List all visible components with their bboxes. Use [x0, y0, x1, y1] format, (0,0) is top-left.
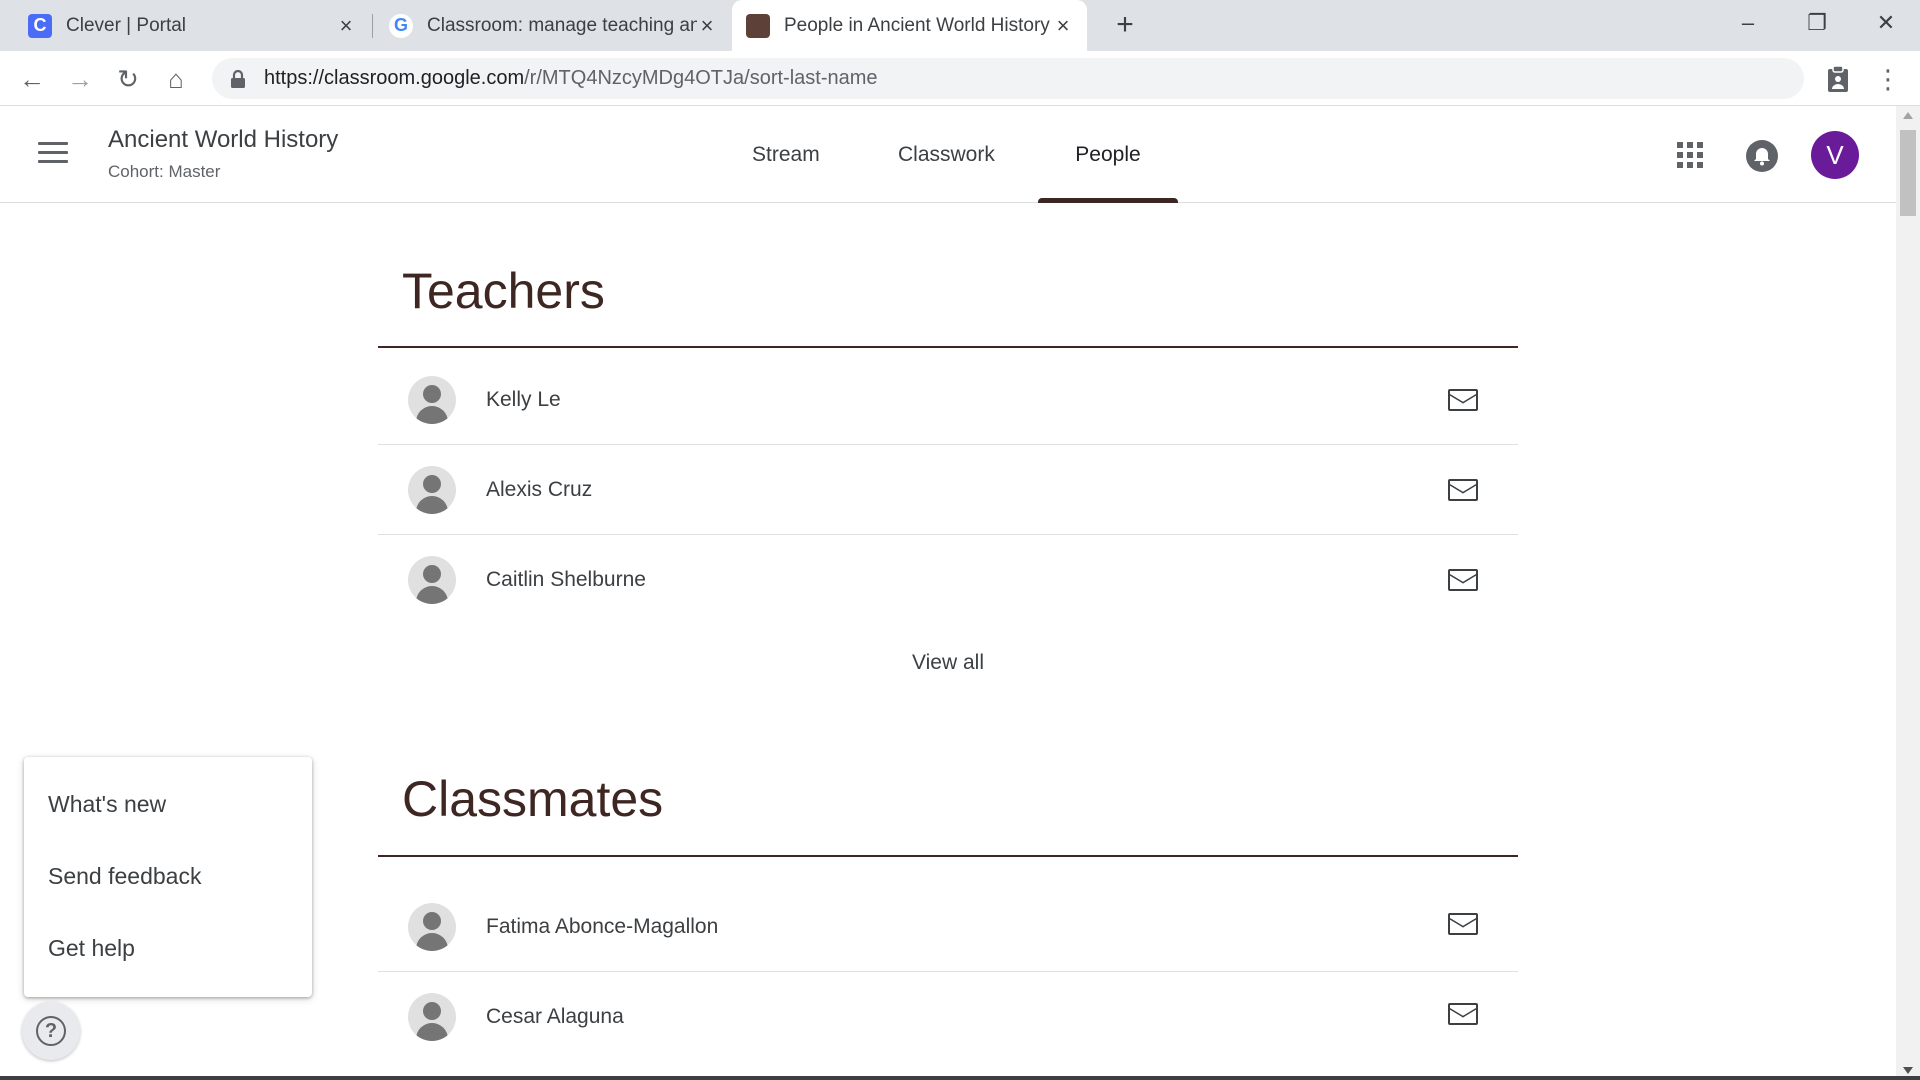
help-menu: What's new Send feedback Get help [24, 757, 312, 997]
tab-classwork[interactable]: Classwork [880, 106, 1013, 203]
tab-title: People in Ancient World History [784, 14, 1050, 36]
clever-favicon-icon: C [28, 13, 52, 38]
help-button[interactable]: ? [22, 1002, 80, 1060]
google-favicon-icon: G [389, 13, 413, 38]
classmates-heading: Classmates [402, 771, 664, 827]
classmate-row[interactable]: Cesar Alaguna [378, 972, 1518, 1062]
classmate-row[interactable]: Fatima Abonce-Magallon [378, 882, 1518, 972]
person-name: Caitlin Shelburne [486, 568, 646, 591]
close-window-icon[interactable]: ✕ [1866, 6, 1906, 40]
tab-stream[interactable]: Stream [734, 106, 838, 203]
notifications-bell-icon[interactable] [1746, 140, 1778, 172]
browser-tab-classroom-info[interactable]: G Classroom: manage teaching and × [375, 0, 731, 51]
active-tab-indicator [1038, 198, 1178, 203]
new-tab-icon[interactable]: + [1110, 10, 1140, 40]
close-icon[interactable]: × [1053, 13, 1073, 38]
course-section: Cohort: Master [108, 162, 221, 181]
get-help-menu-item[interactable]: Get help [48, 935, 135, 962]
forward-arrow-icon[interactable]: → [64, 63, 96, 95]
person-avatar-icon [408, 993, 456, 1041]
email-icon[interactable] [1448, 388, 1478, 411]
teacher-row[interactable]: Alexis Cruz [378, 445, 1518, 535]
view-all-teachers-button[interactable]: View all [878, 645, 1018, 681]
lock-icon [230, 69, 246, 88]
browser-tab-people[interactable]: People in Ancient World History × [732, 0, 1087, 51]
email-icon[interactable] [1448, 912, 1478, 935]
scrollbar-thumb[interactable] [1900, 130, 1916, 216]
person-avatar-icon [408, 465, 456, 514]
google-apps-icon[interactable] [1677, 142, 1703, 168]
whats-new-menu-item[interactable]: What's new [48, 791, 166, 818]
person-avatar-icon [408, 375, 456, 424]
address-bar[interactable]: https://classroom.google.com/r/MTQ4NzcyM… [212, 58, 1804, 99]
clipboard-extension-icon[interactable] [1822, 63, 1854, 95]
classroom-favicon-icon [746, 13, 770, 38]
url-text: https://classroom.google.com/r/MTQ4NzcyM… [264, 67, 878, 89]
classroom-header: Ancient World History Cohort: Master Str… [0, 106, 1896, 203]
window-bottom-edge [0, 1076, 1920, 1080]
reload-icon[interactable]: ↻ [112, 63, 144, 95]
browser-toolbar: ← → ↻ ⌂ https://classroom.google.com/r/M… [0, 51, 1920, 106]
restore-icon[interactable]: ❐ [1797, 6, 1837, 40]
hamburger-menu-icon[interactable] [38, 142, 68, 166]
close-icon[interactable]: × [336, 13, 356, 38]
browser-tab-clever[interactable]: C Clever | Portal × [14, 0, 370, 51]
tab-separator [372, 14, 373, 38]
tab-people[interactable]: People [1038, 106, 1178, 203]
help-question-icon: ? [36, 1016, 66, 1046]
close-icon[interactable]: × [697, 13, 717, 38]
minimize-icon[interactable]: – [1728, 6, 1768, 40]
classmates-divider [378, 855, 1518, 857]
person-avatar-icon [408, 902, 456, 951]
page-scrollbar[interactable] [1896, 106, 1920, 1080]
person-avatar-icon [408, 556, 456, 604]
person-name: Kelly Le [486, 387, 561, 411]
email-icon[interactable] [1448, 569, 1478, 591]
email-icon[interactable] [1448, 478, 1478, 501]
back-arrow-icon[interactable]: ← [16, 63, 48, 95]
teachers-heading: Teachers [402, 263, 605, 319]
tab-title: Classroom: manage teaching and [427, 14, 697, 36]
course-title[interactable]: Ancient World History [108, 126, 338, 154]
tab-title: Clever | Portal [66, 14, 187, 36]
scroll-up-arrow-icon[interactable] [1903, 112, 1913, 119]
send-feedback-menu-item[interactable]: Send feedback [48, 863, 201, 890]
scroll-down-arrow-icon[interactable] [1903, 1067, 1913, 1074]
browser-tabstrip: C Clever | Portal × G Classroom: manage … [0, 0, 1920, 51]
person-name: Fatima Abonce-Magallon [486, 914, 719, 938]
teacher-row[interactable]: Caitlin Shelburne [378, 535, 1518, 625]
teachers-divider [378, 346, 1518, 348]
person-name: Alexis Cruz [486, 477, 593, 501]
home-icon[interactable]: ⌂ [160, 63, 192, 95]
browser-menu-icon[interactable]: ⋮ [1872, 63, 1904, 95]
person-name: Cesar Alaguna [486, 1005, 624, 1028]
account-avatar[interactable]: V [1811, 131, 1859, 179]
email-icon[interactable] [1448, 1003, 1478, 1025]
teacher-row[interactable]: Kelly Le [378, 355, 1518, 445]
